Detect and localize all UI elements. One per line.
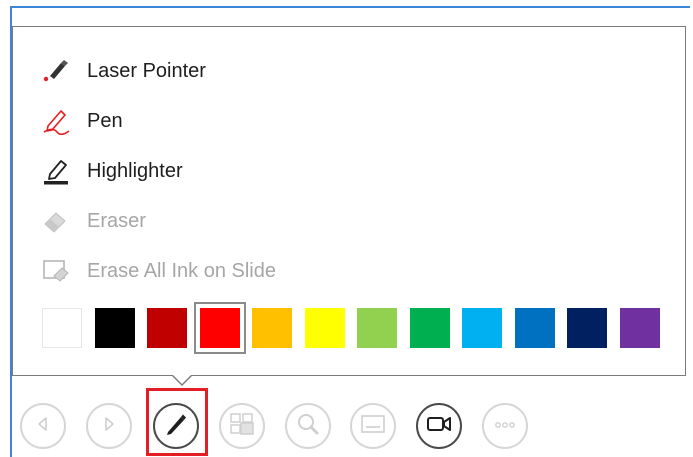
pen-tools-highlight — [146, 388, 208, 456]
color-swatch[interactable] — [462, 308, 502, 348]
menu-item-erase-all-ink[interactable]: Erase All Ink on Slide — [41, 255, 276, 287]
menu-item-label: Pen — [87, 109, 123, 132]
camera-button[interactable] — [416, 403, 462, 449]
more-options-button[interactable] — [482, 403, 528, 449]
color-swatch[interactable] — [252, 308, 292, 348]
menu-item-highlighter[interactable]: Highlighter — [41, 155, 183, 187]
color-swatch[interactable] — [619, 308, 660, 348]
menu-item-laser-pointer[interactable]: Laser Pointer — [41, 55, 206, 87]
color-swatch[interactable] — [94, 308, 135, 348]
ellipsis-icon — [493, 417, 517, 435]
menu-item-label: Erase All Ink on Slide — [87, 259, 276, 282]
color-swatch[interactable] — [304, 308, 345, 348]
pen-icon — [41, 107, 75, 135]
video-camera-icon — [425, 413, 453, 440]
color-swatch[interactable] — [42, 308, 82, 348]
magnifier-icon — [296, 412, 320, 441]
menu-item-pen[interactable]: Pen — [41, 105, 123, 137]
color-swatch[interactable] — [567, 308, 607, 348]
zoom-button[interactable] — [285, 403, 331, 449]
next-button[interactable] — [86, 403, 132, 449]
menu-item-label: Eraser — [87, 209, 146, 232]
eraser-icon — [41, 207, 75, 235]
pen-tools-menu: Laser Pointer Pen Highlighter Eraser Era… — [12, 26, 686, 376]
subtitles-button[interactable] — [350, 403, 396, 449]
color-swatch[interactable] — [357, 308, 397, 348]
see-all-slides-button[interactable] — [219, 403, 265, 449]
subtitles-icon — [360, 413, 386, 440]
color-swatch[interactable] — [514, 308, 555, 348]
erase-all-ink-icon — [41, 257, 75, 285]
highlighter-icon — [41, 157, 75, 185]
triangle-left-icon — [34, 415, 52, 438]
color-swatch[interactable] — [409, 308, 450, 348]
color-swatch[interactable] — [147, 308, 187, 348]
menu-item-label: Highlighter — [87, 159, 183, 182]
laser-pointer-icon — [41, 57, 75, 85]
triangle-right-icon — [100, 415, 118, 438]
previous-button[interactable] — [20, 403, 66, 449]
color-swatch[interactable] — [193, 302, 246, 354]
menu-item-label: Laser Pointer — [87, 59, 206, 82]
window-edge-top — [10, 6, 690, 8]
menu-item-eraser[interactable]: Eraser — [41, 205, 146, 237]
slides-grid-icon — [229, 412, 255, 441]
menu-pointer-fill — [172, 374, 192, 384]
